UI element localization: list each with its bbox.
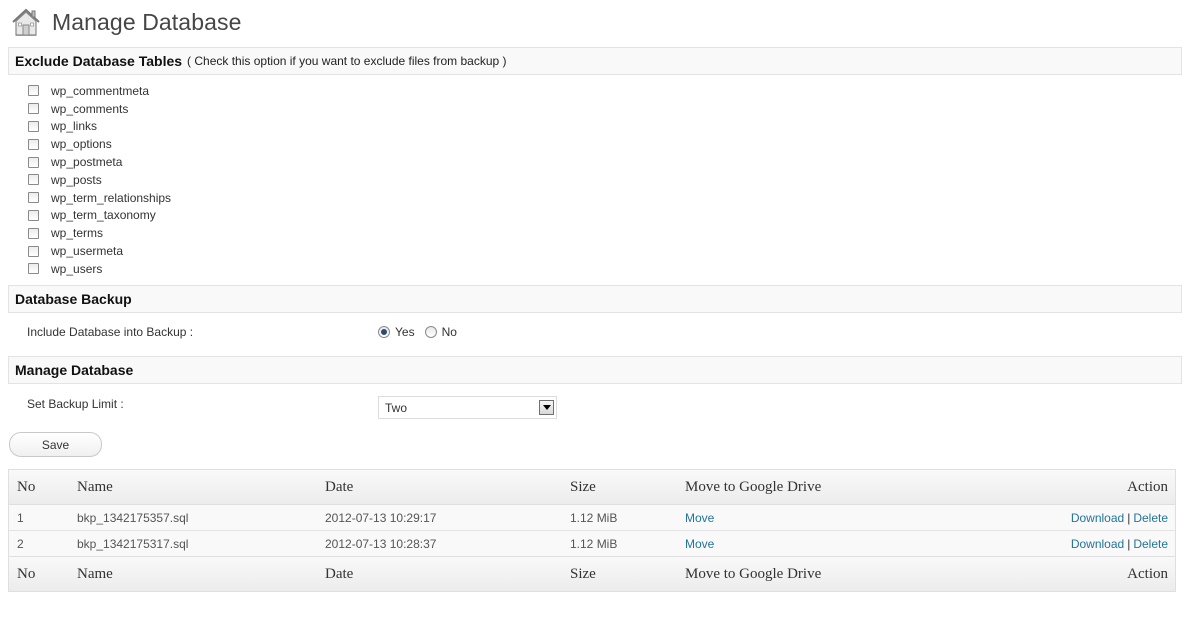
row-name: bkp_1342175357.sql xyxy=(77,510,189,525)
row-actions: Download | Delete xyxy=(1071,537,1168,551)
table-name-label: wp_commentmeta xyxy=(51,83,150,98)
table-checkbox[interactable] xyxy=(28,245,39,257)
row-name: bkp_1342175317.sql xyxy=(77,536,189,551)
delete-link[interactable]: Delete xyxy=(1133,537,1168,551)
table-checkbox[interactable] xyxy=(28,227,39,239)
delete-link[interactable]: Delete xyxy=(1133,511,1168,525)
radio-no-label: No xyxy=(441,325,457,339)
table-name-label: wp_term_taxonomy xyxy=(51,208,156,223)
table-row: 2 bkp_1342175317.sql 2012-07-13 10:28:37… xyxy=(9,531,1175,556)
table-name-label: wp_options xyxy=(51,137,112,152)
backup-limit-value: Two xyxy=(385,400,408,415)
column-header-date: Date xyxy=(325,478,354,495)
page-header: Manage Database xyxy=(10,5,241,39)
download-link[interactable]: Download xyxy=(1071,511,1124,525)
list-item[interactable]: wp_usermeta xyxy=(28,242,171,260)
section-title: Exclude Database Tables xyxy=(15,53,183,69)
table-footer: No Name Date Size Move to Google Drive A… xyxy=(9,556,1175,591)
move-link[interactable]: Move xyxy=(685,537,714,551)
row-no: 1 xyxy=(17,510,24,525)
table-checkbox[interactable] xyxy=(28,138,39,150)
row-actions: Download | Delete xyxy=(1071,511,1168,525)
backup-files-table: No Name Date Size Move to Google Drive A… xyxy=(8,469,1176,592)
row-date: 2012-07-13 10:28:37 xyxy=(325,536,437,551)
row-no: 2 xyxy=(17,536,24,551)
table-checkbox[interactable] xyxy=(28,192,39,204)
section-title: Database Backup xyxy=(15,291,132,307)
download-link[interactable]: Download xyxy=(1071,537,1124,551)
table-checkbox[interactable] xyxy=(28,156,39,168)
column-header-move: Move to Google Drive xyxy=(685,478,822,495)
database-backup-section-header: Database Backup xyxy=(8,285,1182,313)
exclude-tables-section-header: Exclude Database Tables ( Check this opt… xyxy=(8,47,1182,75)
list-item[interactable]: wp_options xyxy=(28,135,171,153)
list-item[interactable]: wp_comments xyxy=(28,100,171,118)
column-footer-date: Date xyxy=(325,565,354,582)
table-name-label: wp_users xyxy=(51,261,103,276)
column-header-no: No xyxy=(17,478,36,495)
table-name-label: wp_usermeta xyxy=(51,244,124,259)
table-checkbox[interactable] xyxy=(28,103,39,115)
section-title: Manage Database xyxy=(15,362,134,378)
table-row: 1 bkp_1342175357.sql 2012-07-13 10:29:17… xyxy=(9,505,1175,531)
backup-limit-select[interactable]: Two xyxy=(378,396,557,419)
action-separator: | xyxy=(1127,510,1131,525)
chevron-down-icon[interactable] xyxy=(539,400,554,415)
list-item[interactable]: wp_posts xyxy=(28,171,171,189)
list-item[interactable]: wp_terms xyxy=(28,224,171,242)
radio-no[interactable] xyxy=(424,326,437,338)
radio-yes-label: Yes xyxy=(395,325,415,339)
column-footer-no: No xyxy=(17,565,36,582)
table-checkbox[interactable] xyxy=(28,174,39,186)
column-footer-name: Name xyxy=(77,565,113,582)
list-item[interactable]: wp_users xyxy=(28,260,171,278)
table-header: No Name Date Size Move to Google Drive A… xyxy=(9,470,1175,505)
table-name-label: wp_comments xyxy=(51,101,129,116)
list-item[interactable]: wp_commentmeta xyxy=(28,82,171,100)
table-name-label: wp_term_relationships xyxy=(51,190,172,205)
list-item[interactable]: wp_term_relationships xyxy=(28,189,171,207)
column-header-action: Action xyxy=(1127,478,1168,495)
column-footer-size: Size xyxy=(570,565,596,582)
include-database-radio-group: Yes No xyxy=(378,325,467,339)
page-title: Manage Database xyxy=(52,8,242,35)
row-size: 1.12 MiB xyxy=(570,536,618,551)
include-database-label: Include Database into Backup : xyxy=(27,325,194,339)
table-checkbox[interactable] xyxy=(28,209,39,221)
column-footer-move: Move to Google Drive xyxy=(685,565,822,582)
exclude-table-list: wp_commentmeta wp_comments wp_links wp_opti… xyxy=(28,82,171,278)
table-checkbox[interactable] xyxy=(28,85,39,97)
table-checkbox[interactable] xyxy=(28,120,39,132)
column-header-name: Name xyxy=(77,478,113,495)
table-name-label: wp_postmeta xyxy=(51,155,123,170)
table-checkbox[interactable] xyxy=(28,263,39,275)
move-link[interactable]: Move xyxy=(685,511,714,525)
radio-yes[interactable] xyxy=(378,326,390,338)
save-button[interactable]: Save xyxy=(9,432,102,457)
column-header-size: Size xyxy=(570,478,596,495)
table-name-label: wp_posts xyxy=(51,172,102,187)
list-item[interactable]: wp_term_taxonomy xyxy=(28,207,171,225)
row-date: 2012-07-13 10:29:17 xyxy=(325,510,437,525)
list-item[interactable]: wp_postmeta xyxy=(28,153,171,171)
list-item[interactable]: wp_links xyxy=(28,118,171,136)
home-icon xyxy=(12,8,40,36)
section-note: ( Check this option if you want to exclu… xyxy=(187,54,507,68)
manage-database-section-header: Manage Database xyxy=(8,356,1182,384)
backup-limit-label: Set Backup Limit : xyxy=(27,397,124,411)
table-name-label: wp_links xyxy=(51,119,98,134)
row-size: 1.12 MiB xyxy=(570,510,618,525)
action-separator: | xyxy=(1127,536,1131,551)
table-name-label: wp_terms xyxy=(51,226,104,241)
column-footer-action: Action xyxy=(1127,565,1168,582)
